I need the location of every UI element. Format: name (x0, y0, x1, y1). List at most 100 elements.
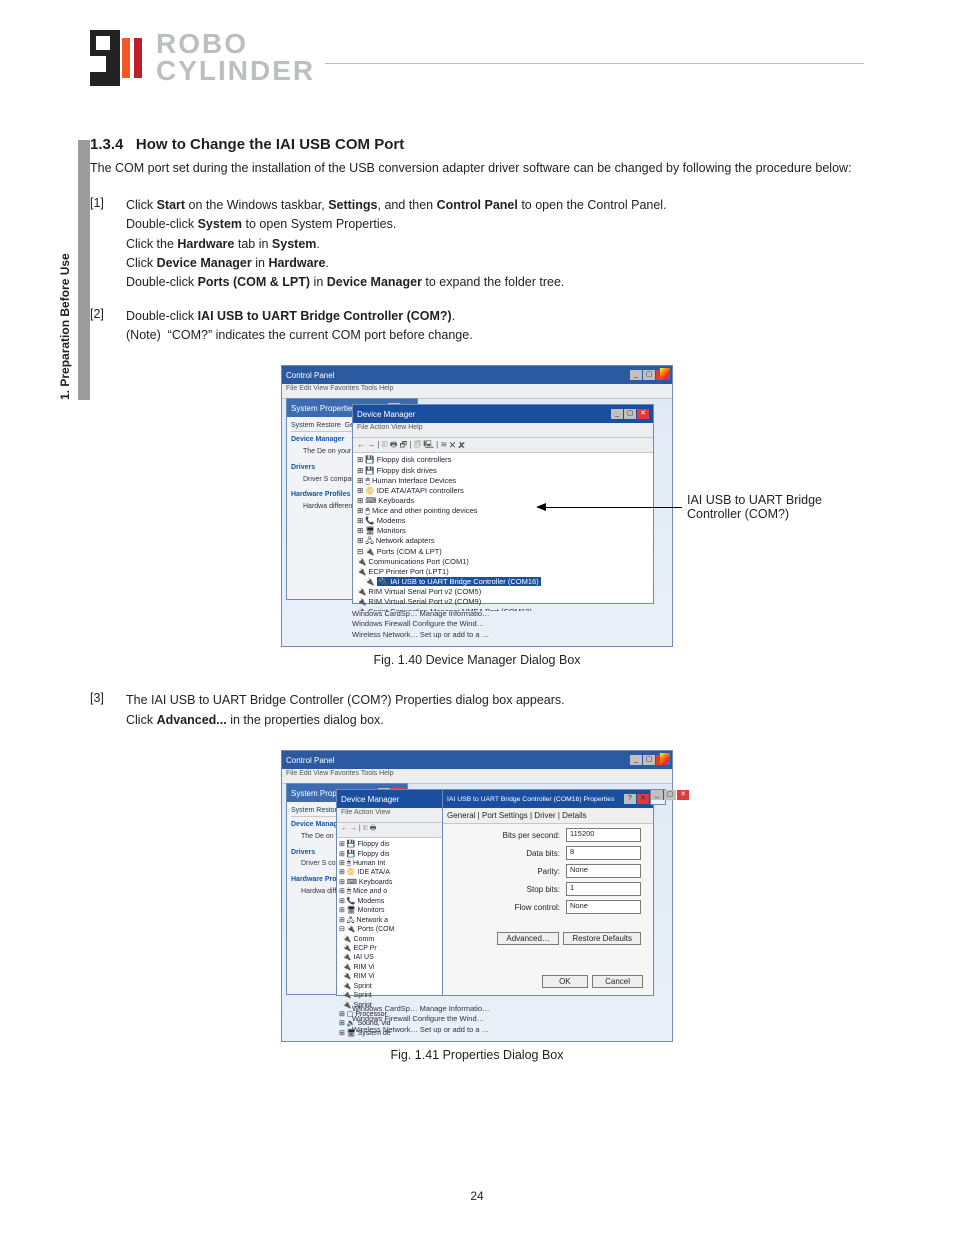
input-stop-bits[interactable]: 1 (566, 882, 641, 896)
label-parity: Parity: (537, 867, 560, 876)
tree-item[interactable]: ⊟ 🔌 Ports (COM & LPT) (353, 547, 653, 557)
tree-item[interactable]: ⊞ 📞 Modems (353, 516, 653, 526)
step-2-line-0: Double-click IAI USB to UART Bridge Cont… (126, 307, 864, 326)
control-panel-title-2: Control Panel (286, 756, 334, 765)
tree-item[interactable]: ⊞ 🖧 Network adapters (353, 536, 653, 546)
tree-item[interactable]: ⊞ 💾 Floppy disk controllers (353, 455, 653, 465)
label-data-bits: Data bits: (526, 849, 560, 858)
bg-window-controls-icon[interactable]: _▢✕ (651, 790, 689, 800)
control-panel-titlebar-2: Control Panel _▢✕ (282, 751, 672, 769)
field-stop-bits: Stop bits: 1 (443, 882, 641, 896)
tree-item[interactable]: 🔌 RIM Virtual Serial Port v2 (COM9) (353, 597, 653, 607)
cp-row[interactable]: Wireless Network… Set up or add to a … (352, 1025, 490, 1036)
page-number: 24 (0, 1189, 954, 1203)
advanced-button[interactable]: Advanced… (497, 932, 559, 945)
logo-line2: CYLINDER (156, 58, 315, 85)
step-1-line-0: Click Start on the Windows taskbar, Sett… (126, 196, 864, 215)
cancel-button[interactable]: Cancel (592, 975, 643, 988)
device-manager-title-2: Device Manager (341, 795, 399, 804)
properties-tabs[interactable]: General | Port Settings | Driver | Detai… (443, 808, 653, 824)
figure-1-41: Control Panel _▢✕ File Edit View Favorit… (90, 750, 864, 1042)
cp-row[interactable]: Windows Firewall Configure the Wind… (352, 619, 490, 630)
figure-1-40-caption: Fig. 1.40 Device Manager Dialog Box (90, 653, 864, 667)
section-heading: 1.3.4 How to Change the IAI USB COM Port (90, 136, 864, 153)
background-window-stub: _▢✕ (650, 789, 666, 805)
logo-line1: ROBO (156, 31, 315, 58)
step-3-content: The IAI USB to UART Bridge Controller (C… (126, 691, 864, 730)
header-rule (325, 63, 864, 64)
control-panel-rows-2: Windows CardSp… Manage Informatio… Windo… (352, 1004, 490, 1036)
cp-row[interactable]: Windows Firewall Configure the Wind… (352, 1014, 490, 1025)
input-parity[interactable]: None (566, 864, 641, 878)
step-1: [1] Click Start on the Windows taskbar, … (90, 196, 864, 293)
field-parity: Parity: None (443, 864, 641, 878)
chapter-tab (78, 140, 90, 400)
system-properties-title: System Properties (291, 404, 356, 413)
properties-titlebar: IAI USB to UART Bridge Controller (COM16… (443, 790, 653, 808)
background-window-titlebar: _▢✕ (651, 790, 665, 800)
device-manager-titlebar-2: Device Manager (337, 790, 447, 808)
label-stop-bits: Stop bits: (527, 885, 560, 894)
devmgr-toolbar-2[interactable]: ← → | 🗉 🖶 (337, 823, 447, 838)
step-1-line-4: Double-click Ports (COM & LPT) in Device… (126, 273, 864, 292)
step-3-line-1: Click Advanced... in the properties dial… (126, 711, 864, 730)
callout-arrow-icon (536, 503, 546, 511)
device-tree[interactable]: ⊞ 💾 Floppy disk controllers ⊞ 💾 Floppy d… (353, 453, 653, 611)
step-1-content: Click Start on the Windows taskbar, Sett… (126, 196, 864, 293)
properties-close-icon[interactable]: ?✕ (624, 794, 649, 804)
device-manager-window: Device Manager _▢✕ File Action View Help… (352, 404, 654, 604)
callout-label: IAI USB to UART Bridge Controller (COM?) (687, 493, 857, 521)
field-bits-per-second: Bits per second: 115200 (443, 828, 641, 842)
restore-defaults-button[interactable]: Restore Defaults (563, 932, 641, 945)
logo-text: ROBO CYLINDER (156, 31, 315, 84)
field-data-bits: Data bits: 8 (443, 846, 641, 860)
tree-item[interactable]: ⊞ ⌨ Keyboards (353, 496, 653, 506)
chapter-label: 1. Preparation Before Use (58, 253, 72, 400)
input-flow-control[interactable]: None (566, 900, 641, 914)
windows-flag-icon (660, 368, 670, 380)
cp-row[interactable]: Wireless Network… Set up or add to a … (352, 630, 490, 641)
step-1-num: [1] (90, 196, 114, 293)
device-manager-menu[interactable]: File Action View Help (353, 423, 653, 438)
figure-1-41-caption: Fig. 1.41 Properties Dialog Box (90, 1048, 864, 1062)
devmgr-menu-2[interactable]: File Action View (337, 808, 447, 823)
control-panel-title: Control Panel (286, 371, 334, 380)
cp-row[interactable]: Windows CardSp… Manage Informatio… (352, 609, 490, 620)
tree-item-highlight[interactable]: 🔌 🔌 IAI USB to UART Bridge Controller (C… (353, 577, 653, 587)
tree-item[interactable]: 🔌 Communications Port (COM1) (353, 557, 653, 567)
section-intro: The COM port set during the installation… (90, 159, 864, 178)
device-manager-title: Device Manager (357, 410, 415, 419)
screenshot-devmgr: Control Panel _▢✕ File Edit View Favorit… (281, 365, 673, 647)
control-panel-titlebar: Control Panel _▢✕ (282, 366, 672, 384)
step-3-line-0: The IAI USB to UART Bridge Controller (C… (126, 691, 864, 710)
step-2-note: (Note) “COM?” indicates the current COM … (126, 326, 864, 345)
control-panel-rows: Windows CardSp… Manage Informatio… Windo… (352, 609, 490, 641)
input-bps[interactable]: 115200 (566, 828, 641, 842)
device-manager-toolbar[interactable]: ← → | 🗉 🖶 🗗 | 🗊 🖳 | ≋ 🗙 🗶 (353, 438, 653, 453)
page-header: ROBO CYLINDER (90, 30, 864, 96)
tree-item[interactable]: ⊞ 🖱 Human Interface Devices (353, 476, 653, 486)
tree-item[interactable]: 🔌 ECP Printer Port (LPT1) (353, 567, 653, 577)
logo: ROBO CYLINDER (90, 30, 315, 86)
devmgr-window-controls-icon[interactable]: _▢✕ (611, 409, 649, 419)
tree-item[interactable]: ⊞ 🖥 Monitors (353, 526, 653, 536)
tree-item[interactable]: ⊞ 📀 IDE ATA/ATAPI controllers (353, 486, 653, 496)
ok-button[interactable]: OK (542, 975, 588, 988)
tree-item[interactable]: 🔌 RIM Virtual Serial Port v2 (COM5) (353, 587, 653, 597)
control-panel-menu-2[interactable]: File Edit View Favorites Tools Help (282, 769, 672, 784)
device-manager-window-2: Device Manager File Action View ← → | 🗉 … (336, 789, 448, 996)
step-3: [3] The IAI USB to UART Bridge Controlle… (90, 691, 864, 730)
figure-1-40: Control Panel _▢✕ File Edit View Favorit… (90, 365, 864, 647)
control-panel-menu[interactable]: File Edit View Favorites Tools Help (282, 384, 672, 399)
step-1-line-2: Click the Hardware tab in System. (126, 235, 864, 254)
tree-item[interactable]: ⊞ 💾 Floppy disk drives (353, 466, 653, 476)
callout-line (546, 507, 682, 508)
step-2: [2] Double-click IAI USB to UART Bridge … (90, 307, 864, 346)
cp-row[interactable]: Windows CardSp… Manage Informatio… (352, 1004, 490, 1015)
section-number: 1.3.4 (90, 136, 123, 153)
section-title: How to Change the IAI USB COM Port (136, 136, 404, 153)
field-flow-control: Flow control: None (443, 900, 641, 914)
label-bps: Bits per second: (503, 831, 560, 840)
input-data-bits[interactable]: 8 (566, 846, 641, 860)
windows-flag-icon (660, 753, 670, 765)
